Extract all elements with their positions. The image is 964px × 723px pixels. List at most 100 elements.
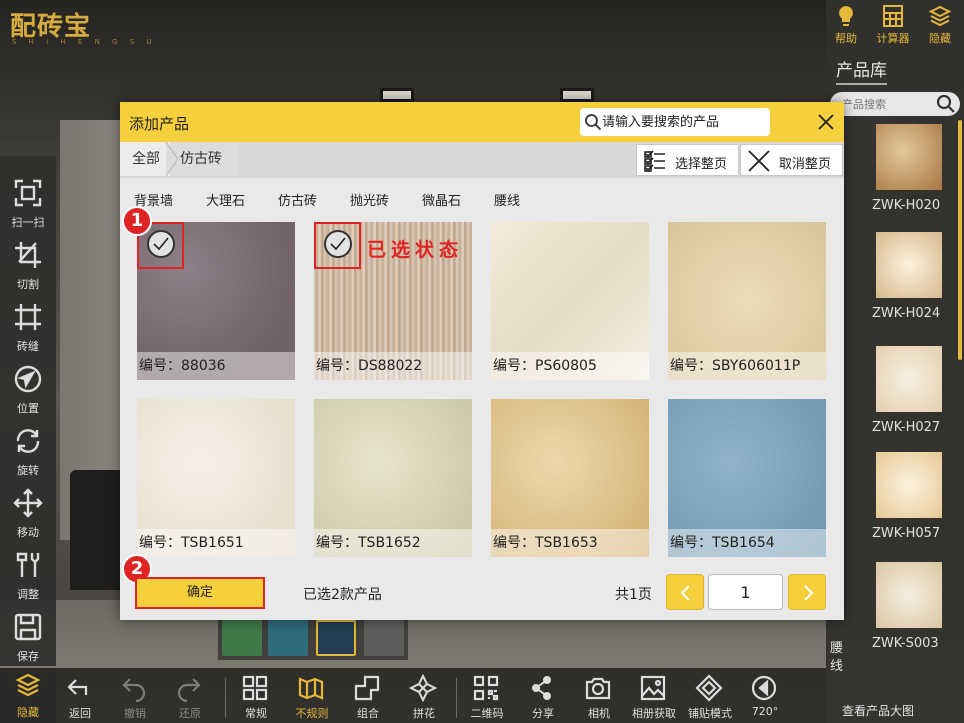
share-button[interactable]: 分享: [515, 672, 571, 722]
tile-option[interactable]: [268, 620, 308, 656]
product-card[interactable]: 编号：TSB1654: [668, 399, 826, 557]
product-card[interactable]: 编号：TSB1653: [491, 399, 649, 557]
pattern-button[interactable]: 拼花: [396, 672, 452, 722]
adjust-button[interactable]: 调整: [0, 546, 56, 608]
combine-icon: [354, 675, 380, 701]
move-button[interactable]: 移动: [0, 484, 56, 546]
breadcrumb-home[interactable]: 全部: [120, 142, 170, 176]
help-button[interactable]: 帮助: [824, 2, 868, 46]
tile-option[interactable]: [222, 620, 262, 656]
combination-tile-strip: [218, 616, 408, 660]
deselect-page-button[interactable]: 取消整页: [740, 144, 843, 176]
selected-state-annotation: 已选状态: [367, 239, 464, 261]
dialog-title: 添加产品: [129, 115, 190, 133]
product-card[interactable]: 编号：SBY606011P: [668, 222, 826, 380]
product-card[interactable]: 编号：TSB1651: [137, 399, 295, 557]
product-library-search-input[interactable]: [842, 96, 938, 112]
library-item[interactable]: ZWK-S003: [872, 562, 948, 651]
select-page-button[interactable]: 选择整页: [636, 144, 739, 176]
back-button[interactable]: 返回: [52, 672, 108, 722]
crop-icon: [15, 242, 41, 268]
tab-waistline[interactable]: 腰线: [494, 190, 520, 209]
album-button[interactable]: 相册获取: [626, 672, 682, 722]
product-library-scrollbar[interactable]: [958, 120, 962, 360]
tab-polished-tile[interactable]: 抛光砖: [350, 190, 389, 209]
hide-panel-label: 隐藏: [929, 32, 951, 45]
tiling-mode-button[interactable]: 铺贴模式: [682, 672, 738, 722]
product-search-input[interactable]: [602, 113, 764, 131]
camera-button[interactable]: 相机: [571, 672, 627, 722]
combine-button[interactable]: 组合: [340, 672, 396, 722]
product-card[interactable]: 编号：TSB1652: [314, 399, 472, 557]
prev-page-button[interactable]: [666, 574, 704, 610]
breadcrumb-current[interactable]: 仿古砖: [170, 142, 238, 176]
panorama-button[interactable]: 720°: [737, 672, 793, 722]
move-icon: [13, 488, 43, 518]
save-button[interactable]: 保存: [0, 608, 56, 670]
scan-button[interactable]: 扫一扫: [0, 174, 56, 236]
help-label: 帮助: [835, 32, 857, 45]
category-tabs: 背景墙 大理石 仿古砖 抛光砖 微晶石 腰线: [120, 180, 844, 216]
calculator-button[interactable]: 计算器: [871, 2, 915, 46]
album-icon: [640, 675, 666, 701]
product-code: 编号：TSB1653: [491, 529, 649, 557]
product-code: 编号：SBY606011P: [668, 352, 826, 380]
library-item-image: [876, 232, 942, 298]
library-item[interactable]: ZWK-H024: [872, 232, 948, 321]
navigation-icon: [14, 365, 42, 393]
page-number-input[interactable]: [708, 574, 783, 610]
irregular-layout-button[interactable]: 不规则: [284, 672, 340, 722]
close-icon[interactable]: [814, 110, 838, 134]
panorama-label: 720°: [751, 705, 779, 718]
panorama-icon: [751, 675, 777, 701]
view-product-large-image-link[interactable]: 查看产品大图: [842, 702, 914, 719]
rotate-button[interactable]: 旋转: [0, 422, 56, 484]
library-category-label[interactable]: 腰线: [830, 640, 854, 676]
product-code: 编号：DS88022: [314, 352, 472, 380]
search-icon[interactable]: [936, 94, 956, 114]
save-icon: [14, 613, 42, 641]
library-item-code: ZWK-H024: [872, 306, 941, 321]
tab-microcrystal[interactable]: 微晶石: [422, 190, 461, 209]
redo-button[interactable]: 还原: [162, 672, 218, 722]
library-item-image: [876, 346, 942, 412]
app-logo-subtitle: S H I H E N G S U: [12, 38, 157, 46]
scan-label: 扫一扫: [11, 216, 45, 229]
irregular-icon: [298, 677, 324, 700]
product-card[interactable]: 编号：PS60805: [491, 222, 649, 380]
tools-icon: [16, 552, 40, 577]
save-label: 保存: [17, 650, 39, 663]
calculator-icon: [883, 5, 903, 27]
chevron-left-icon: [680, 585, 690, 601]
add-product-dialog: 添加产品 全部 仿古砖 选择整页 取消整页 背景墙 大理石 仿古砖 抛光砖 微晶…: [120, 102, 844, 620]
hide-panel-button[interactable]: 隐藏: [918, 2, 962, 46]
library-item-code: ZWK-H027: [872, 420, 941, 435]
next-page-button[interactable]: [788, 574, 826, 610]
undo-button[interactable]: 撤销: [107, 672, 163, 722]
seam-button[interactable]: 砖缝: [0, 298, 56, 360]
pattern-label: 拼花: [413, 707, 435, 720]
adjust-label: 调整: [17, 588, 39, 601]
position-button[interactable]: 位置: [0, 360, 56, 422]
product-library-search[interactable]: [830, 92, 960, 116]
product-search-box[interactable]: [580, 108, 770, 136]
tile-option-selected[interactable]: [316, 620, 356, 656]
tab-antique-tile[interactable]: 仿古砖: [278, 190, 317, 209]
checklist-icon: [644, 150, 665, 172]
selected-count-text: 已选2款产品: [303, 587, 382, 603]
layers-icon: [15, 673, 41, 697]
redo-icon: [177, 678, 201, 702]
library-item[interactable]: ZWK-H020: [872, 124, 948, 213]
move-label: 移动: [17, 526, 39, 539]
qrcode-button[interactable]: 二维码: [459, 672, 515, 722]
library-item-code: ZWK-S003: [872, 636, 939, 651]
confirm-button[interactable]: 确定: [135, 577, 265, 609]
cut-button[interactable]: 切割: [0, 236, 56, 298]
tile-option[interactable]: [364, 620, 404, 656]
tab-marble[interactable]: 大理石: [206, 190, 245, 209]
library-item[interactable]: ZWK-H027: [872, 346, 948, 435]
product-code: 编号：TSB1651: [137, 529, 295, 557]
library-item[interactable]: ZWK-H057: [872, 452, 948, 541]
rotate-icon: [16, 429, 40, 453]
regular-layout-button[interactable]: 常规: [228, 672, 284, 722]
